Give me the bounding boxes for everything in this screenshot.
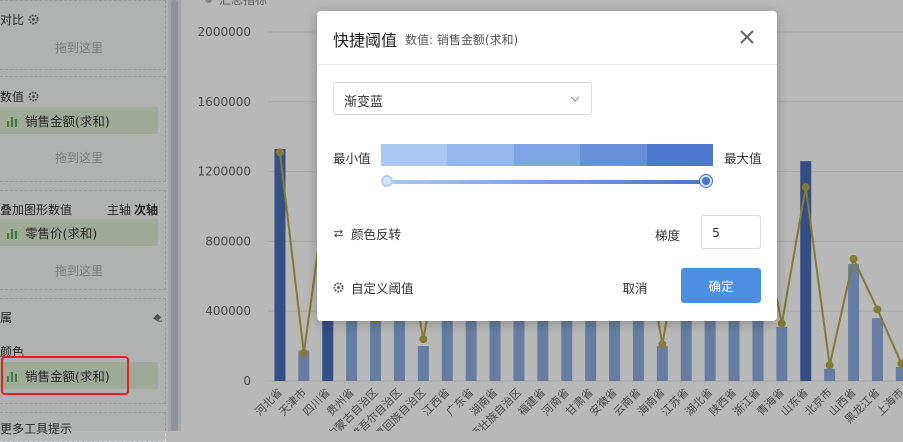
custom-threshold-link[interactable]: 自定义阈值	[333, 278, 414, 297]
gradient-segment	[646, 144, 714, 166]
gradient-preview	[381, 144, 714, 166]
gradient-steps-input[interactable]	[701, 215, 761, 249]
gradient-steps-label: 梯度	[655, 228, 681, 243]
dialog-title: 快捷阈值	[333, 31, 398, 50]
range-slider-track[interactable]	[387, 180, 707, 184]
quick-threshold-dialog: 快捷阈值 数值: 销售金额(求和) 渐变蓝 最小值 最大值 颜色反转 梯度 5 …	[317, 11, 777, 321]
gradient-segment	[580, 144, 647, 166]
max-value-label: 最大值	[724, 151, 762, 166]
dialog-header: 快捷阈值 数值: 销售金额(求和)	[317, 11, 777, 65]
swap-icon	[333, 229, 344, 238]
color-scheme-select[interactable]: 渐变蓝	[333, 82, 592, 115]
gradient-segment	[447, 144, 514, 166]
cancel-button[interactable]: 取消	[611, 270, 659, 304]
gradient-segment	[381, 144, 448, 166]
close-icon[interactable]	[738, 28, 756, 46]
dialog-subtitle: 数值: 销售金额(求和)	[405, 33, 519, 47]
color-scheme-value: 渐变蓝	[344, 95, 384, 110]
gradient-segment	[513, 144, 581, 166]
slider-min-handle[interactable]	[381, 175, 393, 187]
reverse-colors-toggle[interactable]: 颜色反转	[333, 224, 401, 243]
slider-max-handle[interactable]	[700, 175, 712, 187]
highlight-box	[1, 356, 129, 395]
chevron-down-icon	[570, 96, 580, 102]
min-value-label: 最小值	[333, 151, 371, 166]
ok-button[interactable]: 确定	[681, 268, 761, 303]
settings-icon	[333, 282, 344, 293]
